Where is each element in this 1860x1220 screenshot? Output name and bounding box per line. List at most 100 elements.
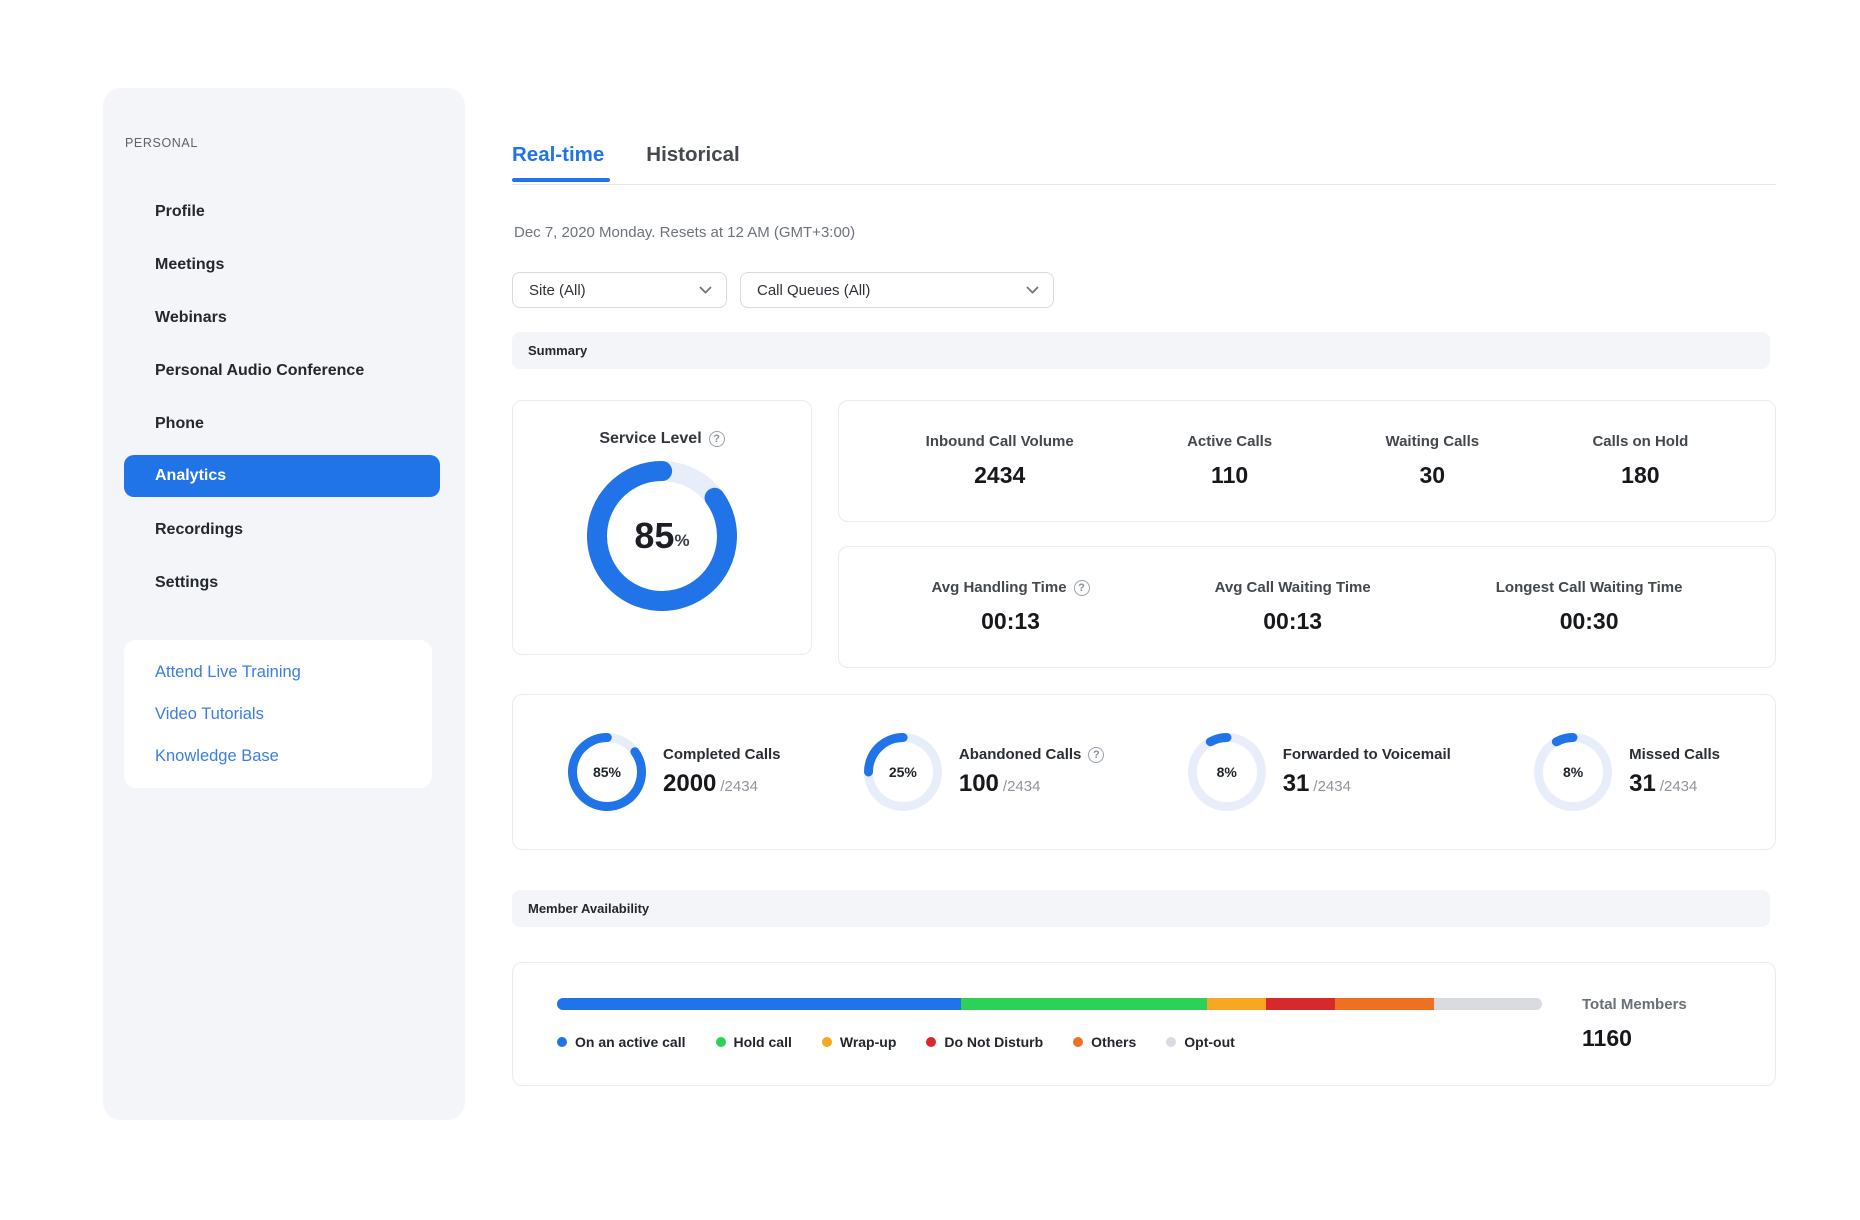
metric-donut: 25% (864, 733, 942, 811)
stat-label-text: Waiting Calls (1385, 433, 1479, 450)
legend-dot (557, 1037, 567, 1047)
call-queues-dropdown[interactable]: Call Queues (All) (740, 272, 1054, 308)
legend-label: Others (1091, 1034, 1136, 1050)
stat-label-text: Inbound Call Volume (926, 433, 1074, 450)
link-knowledge-base[interactable]: Knowledge Base (155, 735, 432, 777)
service-level-value: 85 % (587, 461, 737, 611)
metric-text: Completed Calls 2000/2434 (663, 746, 781, 798)
stat-waiting-calls: Waiting Calls 30 (1385, 433, 1479, 489)
legend-others: Others (1073, 1034, 1136, 1050)
legend-dot (1073, 1037, 1083, 1047)
total-members-block: Total Members 1160 (1582, 996, 1731, 1052)
stat-label: Calls on Hold (1592, 433, 1688, 450)
metric-donut-percent: 85% (568, 733, 646, 811)
sidebar-item-label: Settings (155, 574, 218, 592)
help-icon[interactable]: ? (1074, 580, 1090, 596)
legend-dot (1166, 1037, 1176, 1047)
metric-missed-calls: 8% Missed Calls 31/2434 (1534, 733, 1720, 811)
link-attend-live-training[interactable]: Attend Live Training (155, 651, 432, 693)
stat-value: 00:13 (932, 608, 1090, 635)
service-level-unit: % (674, 531, 689, 551)
stat-inbound-call-volume: Inbound Call Volume2434 (926, 433, 1074, 489)
bar-segment-on-an-active-call (557, 998, 961, 1010)
legend-label: On an active call (575, 1034, 686, 1050)
legend-wrap-up: Wrap-up (822, 1034, 897, 1050)
metric-donut: 8% (1188, 733, 1266, 811)
link-video-tutorials[interactable]: Video Tutorials (155, 693, 432, 735)
sidebar-item-label: Webinars (155, 309, 227, 327)
stat-value: 00:13 (1215, 608, 1371, 635)
sidebar-item-webinars[interactable]: Webinars (103, 291, 465, 344)
stat-calls-on-hold: Calls on Hold180 (1592, 433, 1688, 489)
service-level-title-text: Service Level (599, 430, 701, 448)
stat-label-text: Active Calls (1187, 433, 1272, 450)
sidebar-nav: ProfileMeetings Webinars Personal Audio Co… (103, 185, 465, 609)
metric-label-text: Abandoned Calls (959, 746, 1082, 763)
metric-total: /2434 (720, 778, 758, 795)
legend-dot (822, 1037, 832, 1047)
bar-segment-others (1335, 998, 1434, 1010)
total-members-label: Total Members (1582, 996, 1731, 1013)
sidebar: PERSONAL ProfileMeetings Webinars Personal… (103, 88, 465, 1120)
tab-real-time[interactable]: Real-time (512, 143, 604, 167)
sidebar-item-analytics[interactable]: Analytics (124, 455, 440, 497)
sidebar-item-meetings[interactable]: Meetings (103, 238, 465, 291)
member-availability-section-header: Member Availability (512, 890, 1770, 927)
metric-text: Missed Calls 31/2434 (1629, 746, 1720, 798)
legend-do-not-disturb: Do Not Disturb (926, 1034, 1043, 1050)
metric-value-row: 2000/2434 (663, 770, 781, 798)
stat-label: Waiting Calls (1385, 433, 1479, 450)
sidebar-item-recordings[interactable]: Recordings (103, 503, 465, 556)
sidebar-item-phone[interactable]: Phone (103, 397, 465, 450)
metric-total: /2434 (1660, 778, 1698, 795)
service-level-card: Service Level ? 85 % (512, 400, 812, 655)
call-outcome-card: 85% Completed Calls 2000/2434 25% Abandoned… (512, 694, 1776, 850)
sidebar-item-personal-audio-conference[interactable]: Personal Audio Conference (103, 344, 465, 397)
legend-label: Hold call (734, 1034, 792, 1050)
member-availability-left: On an active call Hold call Wrap-up Do Not … (557, 998, 1542, 1050)
help-icon[interactable]: ? (709, 431, 725, 447)
metric-donut: 85% (568, 733, 646, 811)
site-dropdown-value: Site (All) (529, 282, 586, 299)
bar-segment-hold-call (961, 998, 1207, 1010)
metric-text: Abandoned Calls?100/2434 (959, 746, 1105, 798)
time-stats-card: Avg Handling Time?00:13Avg Call Waiting … (838, 546, 1776, 668)
metric-value-row: 31/2434 (1629, 770, 1720, 798)
legend-label: Do Not Disturb (944, 1034, 1043, 1050)
legend-hold-call: Hold call (716, 1034, 792, 1050)
stat-label: Avg Call Waiting Time (1215, 579, 1371, 596)
total-members-value: 1160 (1582, 1025, 1731, 1052)
metric-text: Forwarded to Voicemail31/2434 (1283, 746, 1451, 798)
stat-label: Longest Call Waiting Time (1496, 579, 1683, 596)
tab-bar: Real-time Historical (512, 143, 740, 167)
legend-opt-out: Opt-out (1166, 1034, 1235, 1050)
help-icon[interactable]: ? (1088, 747, 1104, 763)
metric-abandoned-calls: 25% Abandoned Calls?100/2434 (864, 733, 1105, 811)
legend-dot (926, 1037, 936, 1047)
metric-value-row: 31/2434 (1283, 770, 1451, 798)
metric-value: 31 (1283, 770, 1310, 797)
bar-segment-opt-out (1434, 998, 1542, 1010)
tab-historical[interactable]: Historical (646, 143, 739, 167)
sidebar-item-settings[interactable]: Settings (103, 556, 465, 609)
stat-active-calls: Active Calls 110 (1187, 433, 1272, 489)
sidebar-item-label: Analytics (155, 467, 226, 485)
site-dropdown[interactable]: Site (All) (512, 272, 727, 308)
stat-label: Inbound Call Volume (926, 433, 1074, 450)
metric-label-text: Completed Calls (663, 746, 781, 763)
metric-label-text: Missed Calls (1629, 746, 1720, 763)
sidebar-section-label: PERSONAL (125, 136, 198, 150)
metric-completed-calls: 85% Completed Calls 2000/2434 (568, 733, 781, 811)
stat-value: 30 (1385, 462, 1479, 489)
stat-value: 110 (1187, 462, 1272, 489)
metric-donut: 8% (1534, 733, 1612, 811)
sidebar-item-label: Recordings (155, 521, 243, 539)
sidebar-item-profile[interactable]: Profile (103, 185, 465, 238)
service-level-donut: 85 % (587, 461, 737, 611)
legend-label: Opt-out (1184, 1034, 1235, 1050)
metric-label: Missed Calls (1629, 746, 1720, 763)
stat-label-text: Avg Call Waiting Time (1215, 579, 1371, 596)
metric-label: Abandoned Calls? (959, 746, 1105, 763)
bar-segment-wrap-up (1207, 998, 1266, 1010)
metric-donut-percent: 8% (1534, 733, 1612, 811)
